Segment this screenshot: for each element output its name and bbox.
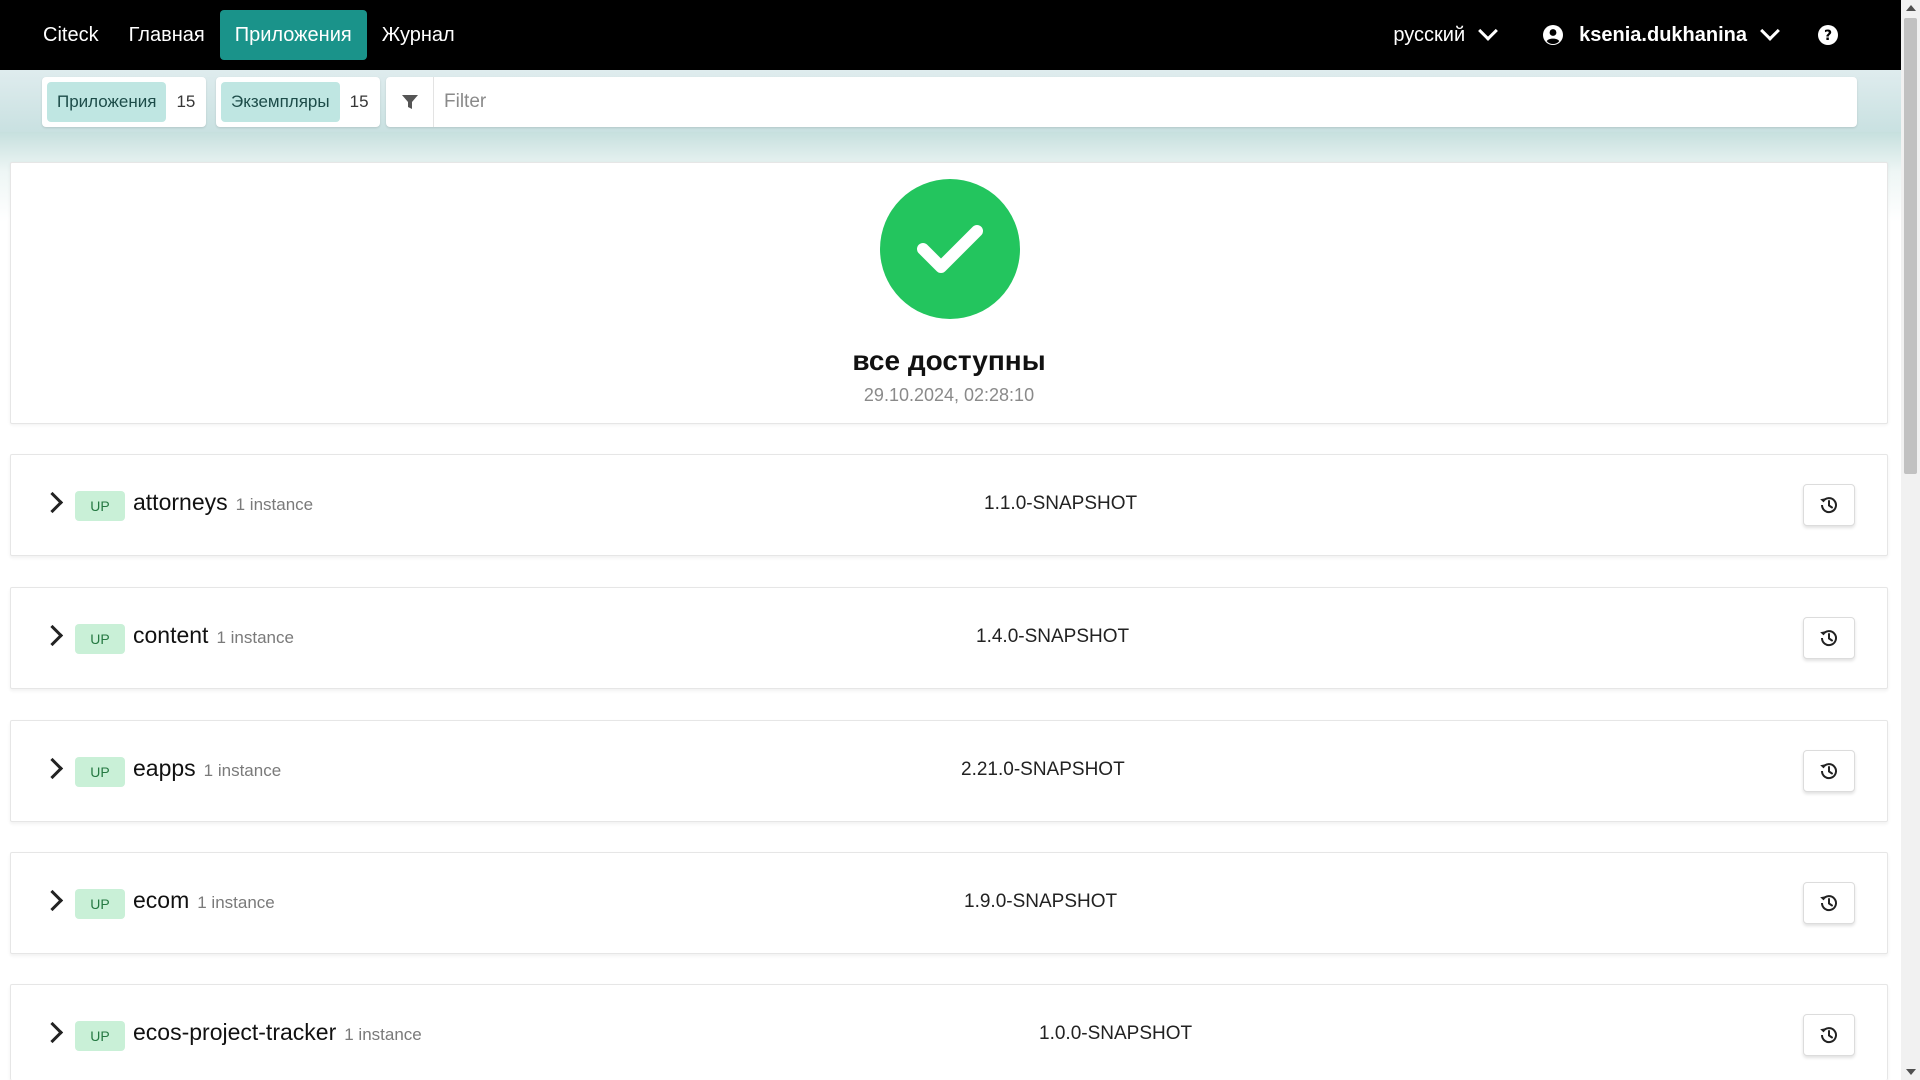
application-name-group: ecom 1 instance [133, 887, 275, 914]
application-name: ecos-project-tracker [133, 1019, 337, 1045]
nav-item-home[interactable]: Главная [114, 10, 220, 60]
history-icon [1820, 763, 1837, 780]
applications-tag-label: Приложения [47, 82, 167, 122]
application-name-group: eapps 1 instance [133, 755, 281, 782]
application-row: UP attorneys 1 instance 1.1.0-SNAPSHOT [10, 454, 1888, 556]
status-badge: UP [75, 1021, 125, 1051]
history-button[interactable] [1803, 882, 1855, 924]
instance-count: 1 instance [216, 628, 294, 647]
scroll-down-icon[interactable] [1906, 1069, 1916, 1075]
nav-item-journal[interactable]: Журнал [367, 10, 470, 60]
application-row: UP eapps 1 instance 2.21.0-SNAPSHOT [10, 720, 1888, 822]
username: ksenia.dukhanina [1579, 23, 1747, 46]
status-badge: UP [75, 491, 125, 521]
history-button[interactable] [1803, 484, 1855, 526]
history-button[interactable] [1803, 617, 1855, 659]
question-circle-icon[interactable]: ? [1817, 24, 1839, 46]
instance-count: 1 instance [344, 1025, 422, 1044]
status-badge: UP [75, 757, 125, 787]
application-version: 1.9.0-SNAPSHOT [964, 891, 1118, 912]
instance-count: 1 instance [235, 495, 314, 514]
navbar-right: русский ksenia.dukhanina ? [1393, 0, 1901, 70]
status-summary-card: все доступны 29.10.2024, 02:28:10 [10, 162, 1888, 424]
chevron-down-icon [1478, 21, 1499, 41]
application-version: 1.1.0-SNAPSHOT [984, 493, 1138, 514]
applications-tag-count: 15 [176, 92, 196, 111]
history-button[interactable] [1803, 1014, 1855, 1056]
status-title: все доступны [852, 345, 1046, 376]
applications-count-tag[interactable]: Приложения 15 [42, 77, 207, 127]
status-badge: UP [75, 624, 125, 654]
filter-button[interactable] [386, 77, 434, 127]
status-timestamp: 29.10.2024, 02:28:10 [863, 385, 1035, 405]
application-row: UP ecos-project-tracker 1 instance 1.0.0-… [10, 984, 1888, 1080]
language-selector[interactable]: русский [1393, 21, 1499, 47]
nav-item-applications[interactable]: Приложения [219, 10, 367, 60]
application-name-group: ecos-project-tracker 1 instance [133, 1019, 422, 1046]
history-icon [1820, 497, 1837, 514]
instances-tag-label: Экземпляры [221, 82, 340, 122]
history-icon [1820, 895, 1837, 912]
application-row: UP ecom 1 instance 1.9.0-SNAPSHOT [10, 852, 1888, 954]
vertical-scrollbar[interactable] [1901, 0, 1920, 1080]
application-version: 1.0.0-SNAPSHOT [1039, 1023, 1193, 1044]
svg-text:?: ? [1824, 28, 1832, 44]
filter-input[interactable] [434, 79, 1857, 125]
funnel-icon [401, 95, 418, 109]
instance-count: 1 instance [203, 761, 282, 780]
application-row: UP content 1 instance 1.4.0-SNAPSHOT [10, 587, 1888, 689]
application-name: attorneys [133, 489, 228, 515]
chevron-right-icon[interactable] [41, 1021, 64, 1044]
instances-tag-count: 15 [349, 92, 369, 111]
chevron-right-icon[interactable] [41, 624, 64, 647]
user-circle-icon [1543, 25, 1564, 45]
scroll-up-icon[interactable] [1906, 5, 1916, 11]
instances-count-tag[interactable]: Экземпляры 15 [216, 77, 380, 127]
status-badge: UP [75, 889, 125, 919]
filter-box [386, 77, 1857, 127]
language-label: русский [1393, 23, 1466, 46]
chevron-right-icon[interactable] [41, 491, 64, 514]
history-button[interactable] [1803, 750, 1855, 792]
application-name: ecom [133, 887, 190, 913]
nav-brand-citeck[interactable]: Citeck [28, 10, 114, 60]
top-navbar: Citeck Главная Приложения Журнал русский… [0, 0, 1901, 70]
application-version: 1.4.0-SNAPSHOT [976, 626, 1130, 647]
application-version: 2.21.0-SNAPSHOT [961, 759, 1125, 780]
history-icon [1820, 1027, 1837, 1044]
scrollbar-thumb[interactable] [1904, 18, 1917, 474]
chevron-down-icon [1760, 21, 1780, 41]
application-name: eapps [133, 755, 196, 781]
check-circle-icon [880, 179, 1020, 319]
application-name-group: content 1 instance [133, 622, 294, 649]
user-menu[interactable]: ksenia.dukhanina [1543, 21, 1780, 47]
application-name-group: attorneys 1 instance [133, 489, 313, 516]
chevron-right-icon[interactable] [41, 889, 64, 912]
chevron-right-icon[interactable] [41, 757, 64, 780]
history-icon [1820, 630, 1837, 647]
filter-bar: Приложения 15 Экземпляры 15 [0, 70, 1901, 132]
application-name: content [133, 622, 209, 648]
instance-count: 1 instance [197, 893, 275, 912]
